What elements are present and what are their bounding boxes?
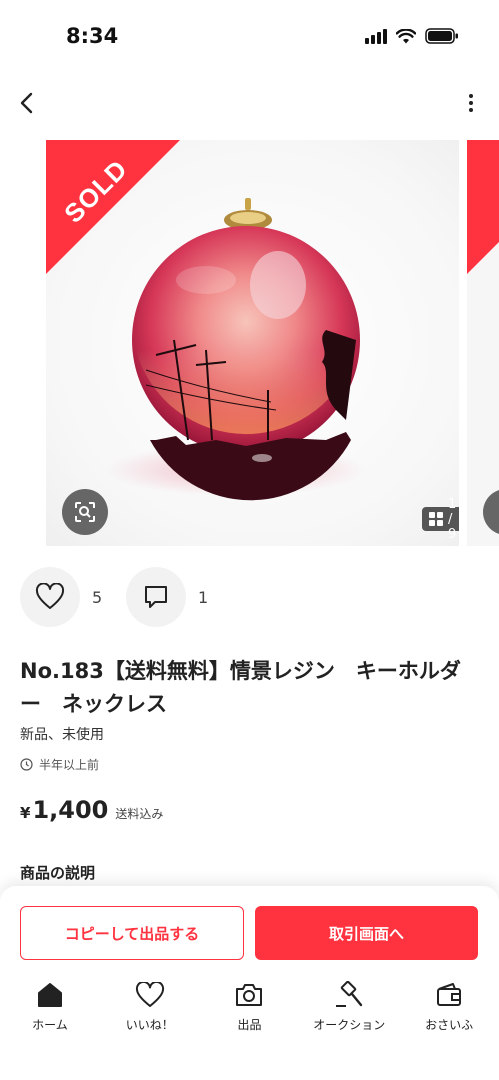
item-condition: 新品、未使用 (20, 727, 104, 743)
wallet-icon (434, 980, 464, 1010)
clock-icon (20, 758, 33, 771)
wifi-icon (396, 28, 416, 43)
gavel-icon (334, 980, 364, 1010)
image-page-counter: 1 / 9 (422, 497, 459, 542)
tab-wallet[interactable]: おさいふ (399, 980, 499, 1040)
more-options-button[interactable] (461, 86, 481, 120)
tab-label: オークション (313, 1018, 386, 1032)
home-icon (35, 980, 65, 1010)
back-button[interactable] (10, 86, 44, 120)
like-button[interactable] (20, 567, 80, 627)
next-product-photo[interactable] (467, 140, 499, 546)
battery-icon (425, 28, 458, 44)
tab-label: おさいふ (425, 1018, 474, 1032)
tab-home[interactable]: ホーム (0, 980, 100, 1040)
comment-icon (145, 586, 167, 608)
tab-label: いいね！ (125, 1018, 174, 1032)
tab-label: 出品 (237, 1018, 262, 1032)
tab-sell[interactable]: 出品 (200, 980, 300, 1040)
sold-banner (467, 140, 499, 274)
status-icons (365, 28, 459, 44)
status-bar: 8:34 (0, 0, 499, 76)
price-row: ¥ 1,400 送料込み (20, 796, 163, 824)
listed-time-text: 半年以上前 (39, 758, 100, 772)
tab-label: ホーム (32, 1018, 68, 1032)
page-counter-text: 1 / 9 (448, 496, 457, 542)
listed-time: 半年以上前 (20, 756, 99, 773)
tab-bar: ホーム いいね！ 出品 オークション おさいふ (0, 980, 499, 1040)
chevron-left-icon (20, 92, 33, 114)
description-heading: 商品の説明 (20, 864, 96, 882)
status-time: 8:34 (66, 24, 119, 48)
copy-listing-button[interactable]: コピーして出品する (20, 906, 244, 960)
price-value: 1,400 (32, 796, 109, 824)
like-count: 5 (92, 587, 103, 607)
scan-search-icon (75, 502, 95, 522)
heart-icon (35, 583, 65, 609)
comment-button[interactable] (126, 567, 186, 627)
heart-icon (135, 980, 165, 1010)
price-currency: ¥ (20, 804, 31, 822)
image-carousel[interactable]: SOLD 1 / 9 (0, 140, 499, 546)
tab-auction[interactable]: オークション (299, 980, 399, 1040)
grid-icon (429, 512, 443, 526)
more-vertical-icon (469, 94, 473, 98)
bottom-action-bar: コピーして出品する 取引画面へ ホーム いいね！ 出品 オークション おさいふ (0, 886, 499, 1080)
trade-screen-button[interactable]: 取引画面へ (255, 906, 478, 960)
item-title: No.183【送料無料】情景レジン キーホルダー ネックレス (20, 659, 461, 716)
cellular-signal-icon (365, 28, 387, 44)
product-photo[interactable]: SOLD 1 / 9 (46, 140, 459, 546)
comment-count: 1 (198, 587, 209, 607)
reaction-row: 5 1 (20, 567, 224, 627)
tab-likes[interactable]: いいね！ (100, 980, 200, 1040)
shipping-note: 送料込み (115, 807, 164, 821)
camera-icon (234, 980, 264, 1010)
image-search-button[interactable] (62, 489, 108, 535)
